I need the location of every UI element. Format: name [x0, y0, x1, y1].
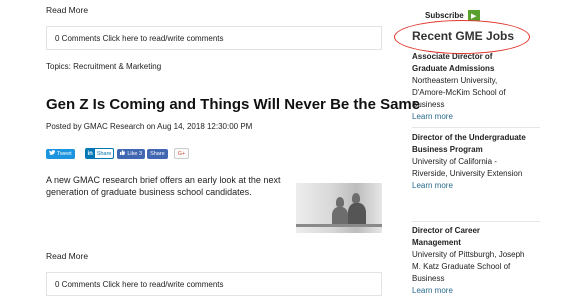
- learn-more-link[interactable]: Learn more: [412, 111, 527, 123]
- comments-box-previous[interactable]: 0 Comments Click here to read/write comm…: [46, 26, 382, 50]
- job-title-link[interactable]: Associate Director of Graduate Admission…: [412, 51, 527, 75]
- arrow-right-icon: ▶: [467, 10, 480, 21]
- tweet-label: Tweet: [57, 150, 72, 157]
- job-title-link[interactable]: Director of the Undergraduate Business P…: [412, 132, 527, 156]
- job-listing: Associate Director of Graduate Admission…: [412, 51, 527, 123]
- comments-link-text[interactable]: 0 Comments Click here to read/write comm…: [55, 34, 224, 43]
- subscribe-button[interactable]: Subscribe ▶: [425, 10, 480, 21]
- twitter-bird-icon: [49, 150, 56, 157]
- post-title[interactable]: Gen Z Is Coming and Things Will Never Be…: [46, 96, 420, 113]
- learn-more-link[interactable]: Learn more: [412, 285, 527, 297]
- post-topics: Topics: Recruitment & Marketing: [46, 62, 162, 71]
- job-listing: Director of the Undergraduate Business P…: [412, 132, 527, 192]
- job-organization: Northeastern University, D'Amore-McKim S…: [412, 76, 506, 109]
- comments-box[interactable]: 0 Comments Click here to read/write comm…: [46, 272, 382, 296]
- google-plus-icon: G+: [177, 150, 186, 157]
- image-figure: [352, 193, 360, 203]
- job-divider: [412, 221, 540, 222]
- linkedin-share-button[interactable]: in Share: [84, 148, 115, 159]
- facebook-like-label: Like 3: [127, 150, 143, 157]
- job-listing: Director of Career Management University…: [412, 225, 527, 297]
- job-organization: University of California - Riverside, Un…: [412, 157, 523, 178]
- job-organization: University of Pittsburgh, Joseph M. Katz…: [412, 250, 525, 283]
- facebook-share-label: Share: [150, 150, 165, 157]
- read-more-link-previous[interactable]: Read More: [46, 5, 88, 15]
- recent-jobs-heading: Recent GME Jobs: [412, 29, 515, 43]
- read-more-link[interactable]: Read More: [46, 251, 88, 261]
- job-title-link[interactable]: Director of Career Management: [412, 225, 527, 249]
- linkedin-share-label: Share: [94, 150, 114, 157]
- image-figure: [336, 197, 344, 207]
- subscribe-label: Subscribe: [425, 11, 464, 20]
- facebook-like-button[interactable]: Like 3: [117, 148, 146, 159]
- facebook-share-button[interactable]: Share: [147, 148, 168, 159]
- tweet-button[interactable]: Tweet: [46, 148, 75, 159]
- job-divider: [412, 127, 540, 128]
- post-excerpt: A new GMAC research brief offers an earl…: [46, 175, 281, 197]
- facebook-thumb-icon: [120, 150, 126, 157]
- comments-link-text[interactable]: 0 Comments Click here to read/write comm…: [55, 280, 224, 289]
- post-meta: Posted by GMAC Research on Aug 14, 2018 …: [46, 122, 253, 131]
- post-featured-image[interactable]: [296, 183, 382, 233]
- google-plus-button[interactable]: G+: [173, 148, 190, 159]
- learn-more-link[interactable]: Learn more: [412, 180, 527, 192]
- image-desk: [296, 224, 382, 227]
- share-buttons: Tweet in Share Like 3 Share G+: [46, 148, 190, 159]
- linkedin-icon: in: [85, 149, 95, 158]
